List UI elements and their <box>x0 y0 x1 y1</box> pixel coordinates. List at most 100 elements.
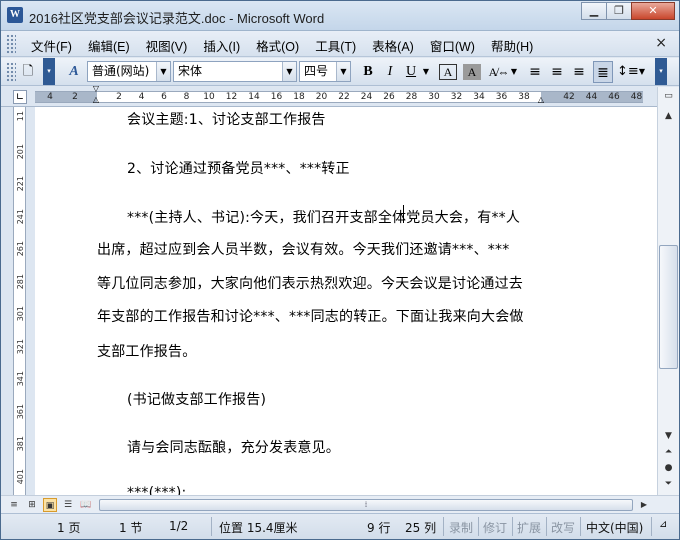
menu-format[interactable]: 格式(O) <box>248 36 307 55</box>
menu-insert[interactable]: 插入(I) <box>195 36 248 55</box>
menu-view[interactable]: 视图(V) <box>138 36 196 55</box>
toolbar-grip-icon[interactable] <box>6 62 16 82</box>
styles-formatting-icon[interactable]: A <box>63 61 85 83</box>
line-spacing-icon[interactable]: ↕≡ <box>617 61 639 83</box>
doc-paragraph[interactable]: ***(主持人、书记):今天，我们召开支部全体党员大会，有**人 <box>127 207 520 227</box>
scroll-right-icon[interactable]: ▶ <box>637 498 651 512</box>
select-browse-object-icon[interactable]: ● <box>660 461 677 476</box>
new-document-icon[interactable]: 🗋 <box>19 61 37 83</box>
ruler-tick-label: 34 <box>473 92 485 102</box>
status-divider <box>443 517 444 536</box>
horizontal-scroll-thumb[interactable]: ⁞ <box>99 499 633 511</box>
vertical-ruler-tick-label: 201 <box>16 143 25 159</box>
font-select[interactable]: 宋体 ▼ <box>173 61 297 82</box>
doc-paragraph[interactable]: 出席，超过应到会人员半数，会议有效。今天我们还邀请***、*** <box>97 239 509 259</box>
vertical-ruler-tick-label: 281 <box>16 273 25 289</box>
vertical-ruler-tick-label: 401 <box>16 468 25 484</box>
ruler-tick-label: 2 <box>116 92 122 102</box>
status-divider <box>211 517 212 536</box>
menu-file[interactable]: 文件(F) <box>23 36 80 55</box>
menu-tools[interactable]: 工具(T) <box>307 36 364 55</box>
doc-paragraph[interactable]: 等几位同志参加，大家向他们表示热烈欢迎。今天会议是讨论通过去 <box>97 273 523 293</box>
align-left-icon[interactable]: ≡ <box>525 61 545 83</box>
menubar-grip-icon[interactable] <box>6 34 16 54</box>
ruler-tick-label: 16 <box>270 92 283 102</box>
word-app-icon[interactable]: W <box>7 7 23 23</box>
doc-paragraph[interactable]: 支部工作报告。 <box>97 341 196 361</box>
horizontal-ruler[interactable]: ∟ 4 2 2 4 6 8 10 12 14 16 18 20 22 24 26 28 30 32 34 36 38 42… <box>1 85 679 107</box>
bold-button[interactable]: B <box>359 61 377 83</box>
minimize-button[interactable]: ▁ <box>581 2 607 20</box>
print-layout-view-icon[interactable]: ▣ <box>43 498 57 512</box>
doc-paragraph[interactable]: 2、讨论通过预备党员***、***转正 <box>127 158 350 178</box>
main-menu: 文件(F) 编辑(E) 视图(V) 插入(I) 格式(O) 工具(T) 表格(A… <box>23 36 541 55</box>
first-line-indent-marker-icon[interactable]: ▽ <box>91 85 101 93</box>
web-layout-view-icon[interactable]: ⊞ <box>25 498 39 512</box>
status-position: 位置 15.4厘米 <box>219 521 298 535</box>
align-right-icon[interactable]: ≡ <box>569 61 589 83</box>
doc-paragraph[interactable]: 会议主题:1、讨论支部工作报告 <box>127 109 326 129</box>
chevron-down-icon[interactable]: ▼ <box>156 62 170 81</box>
ruler-tick-label: 10 <box>203 92 215 102</box>
ruler-tick-label: 28 <box>405 92 418 102</box>
status-overtype[interactable]: 改写 <box>551 519 575 536</box>
menu-edit[interactable]: 编辑(E) <box>80 36 138 55</box>
char-shading-icon[interactable]: A <box>463 64 481 80</box>
ruler-tick-label: 26 <box>383 92 395 102</box>
status-line: 9 行 <box>367 521 391 535</box>
italic-button[interactable]: I <box>381 61 399 83</box>
font-size-select[interactable]: 四号 ▼ <box>299 61 351 82</box>
scroll-thumb[interactable] <box>659 245 678 369</box>
restore-button[interactable]: ❐ <box>606 2 632 20</box>
scroll-down-icon[interactable]: ▼ <box>660 429 677 444</box>
char-border-icon[interactable]: A <box>439 64 457 80</box>
status-divider <box>651 517 652 536</box>
tab-selector-icon[interactable]: ∟ <box>13 90 27 104</box>
justify-icon[interactable]: ≣ <box>593 61 613 83</box>
status-track-changes[interactable]: 修订 <box>483 519 507 536</box>
doc-paragraph[interactable]: 年支部的工作报告和讨论***、***同志的转正。下面让我来向大会做 <box>97 306 524 326</box>
reading-layout-view-icon[interactable]: 📖 <box>79 498 93 512</box>
toolbar-options-chevron-icon[interactable]: ▾ <box>655 58 667 85</box>
status-record[interactable]: 录制 <box>449 519 473 536</box>
char-scaling-icon[interactable]: A̸⇔ <box>487 61 511 83</box>
doc-paragraph[interactable]: ***(***): <box>127 485 186 495</box>
normal-view-icon[interactable]: ≡ <box>7 498 21 512</box>
menu-help[interactable]: 帮助(H) <box>483 36 541 55</box>
status-extend[interactable]: 扩展 <box>517 519 541 536</box>
document-close-button[interactable]: × <box>655 35 667 51</box>
status-language[interactable]: 中文(中国) <box>586 519 643 536</box>
underline-dropdown-icon[interactable]: ▼ <box>421 61 431 83</box>
style-select[interactable]: 普通(网站) ▼ <box>87 61 171 82</box>
menu-table[interactable]: 表格(A) <box>364 36 422 55</box>
previous-page-icon[interactable]: ⏶ <box>660 445 677 460</box>
menu-window[interactable]: 窗口(W) <box>422 36 483 55</box>
vertical-ruler[interactable]: 11 201 221 241 261 281 301 321 341 361 381 401 <box>1 107 35 495</box>
doc-paragraph[interactable]: 请与会同志酝酿，充分发表意见。 <box>127 437 340 457</box>
ruler-tick-label: 48 <box>630 92 643 102</box>
chevron-down-icon[interactable]: ▼ <box>282 62 296 81</box>
scroll-up-icon[interactable]: ▲ <box>660 109 677 124</box>
right-indent-marker-icon[interactable]: △ <box>536 95 546 105</box>
scaling-dropdown-icon[interactable]: ▼ <box>509 61 519 83</box>
ruler-toggle-icon[interactable]: ▭ <box>660 89 677 104</box>
line-spacing-dropdown-icon[interactable]: ▼ <box>637 61 647 83</box>
ruler-tick-label: 8 <box>183 92 190 102</box>
vertical-ruler-tick-label: 381 <box>16 436 25 452</box>
vertical-scrollbar[interactable]: ▭ ▲ ▼ ⏶ ● ⏷ <box>657 87 679 495</box>
toolbar-options-chevron-icon[interactable]: ▾ <box>43 58 55 85</box>
style-value: 普通(网站) <box>92 64 150 78</box>
close-window-button[interactable]: ✕ <box>631 2 675 20</box>
document-page[interactable]: 会议主题:1、讨论支部工作报告 2、讨论通过预备党员***、***转正 ***(… <box>35 107 657 495</box>
doc-paragraph[interactable]: (书记做支部工作报告) <box>127 389 266 409</box>
spelling-status-icon[interactable]: ⊿ <box>659 519 667 530</box>
ruler-tick-label: 24 <box>360 92 373 102</box>
word-window: W 2016社区党支部会议记录范文.doc - Microsoft Word ▁… <box>0 0 680 540</box>
hanging-indent-marker-icon[interactable]: △ <box>91 95 101 105</box>
underline-button[interactable]: U <box>403 61 419 83</box>
outline-view-icon[interactable]: ☰ <box>61 498 75 512</box>
align-center-icon[interactable]: ≡ <box>547 61 567 83</box>
chevron-down-icon[interactable]: ▼ <box>336 62 350 81</box>
vertical-ruler-tick-label: 221 <box>16 176 25 192</box>
next-page-icon[interactable]: ⏷ <box>660 477 677 492</box>
